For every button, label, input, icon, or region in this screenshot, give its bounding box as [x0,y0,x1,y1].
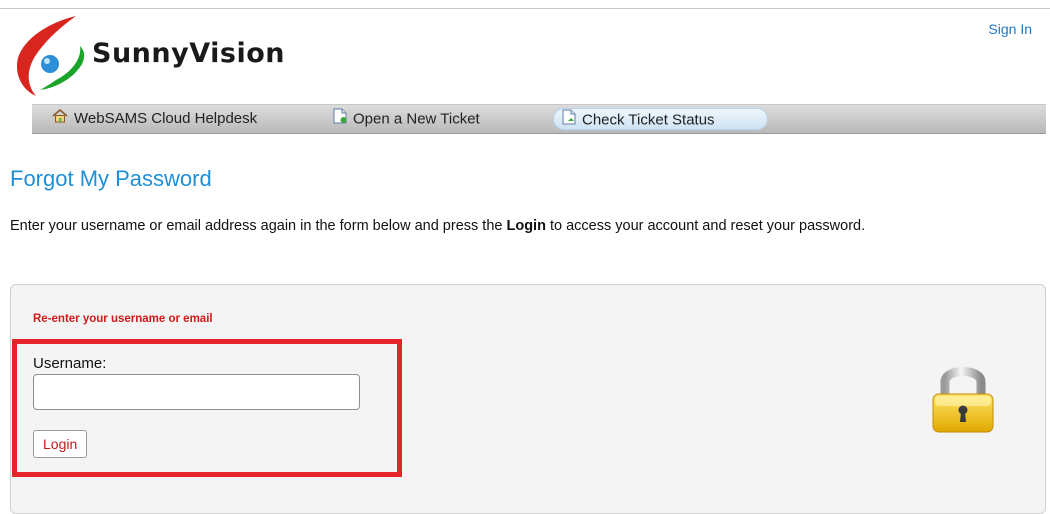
nav-item-label: Open a New Ticket [353,110,480,128]
nav-item-websams-helpdesk[interactable]: WebSAMS Cloud Helpdesk [44,108,271,130]
intro-text-start: Enter your username or email address aga… [10,218,507,234]
sunnyvision-logo[interactable]: SunnyVision [10,12,310,98]
sunnyvision-logo-icon [16,16,85,96]
ticket-status-icon [562,109,576,132]
page-title: Forgot My Password [10,166,212,191]
username-input[interactable] [33,374,360,410]
nav-item-check-ticket-status[interactable]: Check Ticket Status [553,108,768,130]
intro-text-login-emphasis: Login [506,218,546,234]
nav-item-label: WebSAMS Cloud Helpdesk [74,110,258,127]
home-icon [52,108,68,130]
error-message: Re-enter your username or email [33,313,213,325]
top-divider [0,8,1050,9]
intro-text: Enter your username or email address aga… [10,217,1010,236]
top-cutoff-strip [0,0,1050,10]
new-ticket-icon [333,108,347,131]
intro-text-end: to access your account and reset your pa… [545,218,866,234]
forgot-password-panel: Re-enter your username or email Username… [10,284,1046,514]
nav-item-open-new-ticket[interactable]: Open a New Ticket [325,108,494,130]
nav-item-label: Check Ticket Status [582,111,715,129]
sign-in-link[interactable]: Sign In [988,21,1032,37]
nav-bar: WebSAMS Cloud Helpdesk Open a New Ticket… [32,104,1046,134]
brand-name: SunnyVision [92,38,285,69]
username-label: Username: [33,355,107,372]
site-header: SunnyVision Sign In [0,10,1050,98]
login-button[interactable]: Login [33,430,88,458]
padlock-icon [923,356,1003,436]
